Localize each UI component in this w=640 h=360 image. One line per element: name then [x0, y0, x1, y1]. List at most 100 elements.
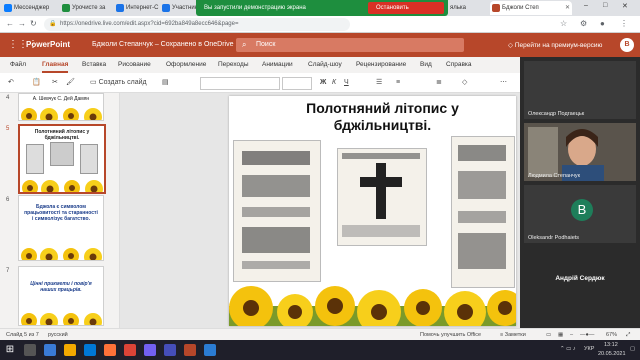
tab-favicon-icon	[162, 4, 170, 12]
diamond-icon: ◇	[508, 42, 515, 49]
active-speaker-name: Андрій Сердюк	[555, 275, 605, 282]
sunflowers-image	[21, 108, 102, 120]
address-bar: ← → ↻ 🔒 https://onedrive.live.com/edit.a…	[0, 16, 640, 33]
clock-date[interactable]: 20.05.2021	[598, 351, 626, 357]
messenger-icon	[4, 4, 12, 12]
tab-home[interactable]: Главная	[42, 57, 69, 73]
embroidery-image	[233, 140, 321, 282]
stop-sharing-button[interactable]: Остановить демонстрацию	[368, 2, 444, 23]
profile-icon[interactable]: ●	[600, 19, 605, 28]
new-slide-icon: ▭	[90, 79, 99, 86]
input-language[interactable]: УКР	[584, 346, 594, 352]
teams-icon[interactable]	[164, 344, 176, 356]
slide-thumbnail[interactable]: Цінні прикмети і повір'я наших працьрів.	[18, 266, 104, 326]
tab-slideshow[interactable]: Слайд-шоу	[308, 57, 342, 73]
reload-icon[interactable]: ↻	[30, 19, 37, 28]
taskbar: ⊞ ⌃ ▭ ♪ УКР 13:12 20.05.2021 ▢	[0, 340, 640, 360]
tray-icons[interactable]: ⌃ ▭ ♪	[560, 346, 576, 352]
tab-transitions[interactable]: Переходы	[218, 57, 249, 73]
tab-insert[interactable]: Вставка	[82, 57, 106, 73]
menu-icon[interactable]: ⋮	[620, 19, 628, 28]
font-family-dropdown[interactable]	[200, 77, 280, 90]
tab-draw[interactable]: Рисование	[118, 57, 151, 73]
embroidery-image	[26, 144, 44, 174]
font-size-dropdown[interactable]	[282, 77, 312, 90]
app-name[interactable]: PowerPoint	[26, 40, 70, 49]
underline-button[interactable]: Ч	[344, 77, 349, 89]
embroidery-image	[80, 144, 98, 174]
tab-view[interactable]: Вид	[420, 57, 432, 73]
paste-icon[interactable]: 📋	[32, 77, 41, 89]
create-slide-button[interactable]: ▭ Создать слайд	[90, 77, 147, 89]
tab-favicon-icon	[62, 4, 70, 12]
embroidery-pattern	[242, 151, 310, 269]
firefox-icon[interactable]	[104, 344, 116, 356]
bullets-icon[interactable]: ☰	[376, 77, 382, 89]
layout-icon[interactable]: ▤	[162, 77, 169, 89]
more-icon[interactable]: ⋯	[500, 77, 507, 89]
powerpoint-icon[interactable]	[184, 344, 196, 356]
participant-tile[interactable]: Олександр Подгаецьк	[524, 61, 636, 119]
search-icon: ⌕	[242, 40, 247, 49]
document-title[interactable]: Бджоли Степанчук – Сохранено в OneDrive	[92, 41, 234, 48]
slide-thumbnail-selected[interactable]: Полотняний літопис у бджільництві.	[18, 124, 106, 194]
close-tab-icon[interactable]: ✕	[565, 1, 570, 15]
clock-time[interactable]: 13:12	[604, 342, 618, 348]
sunflowers-image	[21, 248, 102, 260]
tab-file[interactable]: Файл	[10, 57, 26, 73]
browser-tab-active[interactable]: Бджоли Степ ✕	[490, 1, 572, 15]
avatar: B	[571, 199, 593, 221]
italic-button[interactable]: К	[332, 77, 336, 89]
shapes-icon[interactable]: ◇	[462, 77, 467, 89]
cut-icon[interactable]: ✂	[52, 77, 58, 89]
office-header: ⋮⋮⋮ PowerPoint Бджоли Степанчук – Сохран…	[0, 33, 640, 57]
extensions-icon[interactable]: ⚙	[580, 19, 587, 28]
chrome-icon[interactable]	[124, 344, 136, 356]
forward-icon[interactable]: →	[18, 19, 26, 28]
explorer-icon[interactable]	[44, 344, 56, 356]
word-icon[interactable]	[204, 344, 216, 356]
browser-tab[interactable]: ялька	[448, 1, 478, 15]
undo-icon[interactable]: ↶	[8, 77, 14, 89]
tab-favicon-icon	[116, 4, 124, 12]
premium-link[interactable]: ◇ Перейти на премиум-версию	[508, 41, 602, 49]
slide-thumbnails-pane: 4 А. Шевчук С. Дей Дамян 5 Полотняний лі…	[0, 93, 120, 328]
url-input[interactable]: 🔒 https://onedrive.live.com/edit.aspx?ci…	[44, 18, 350, 31]
participant-tile[interactable]: B Oleksandr Podhaiets	[524, 185, 636, 243]
search-icon[interactable]	[24, 344, 36, 356]
embroidery-pattern	[342, 153, 420, 237]
bold-button[interactable]: Ж	[320, 77, 326, 89]
tab-help[interactable]: Справка	[446, 57, 472, 73]
powerpoint-icon	[492, 4, 500, 12]
embroidery-pattern	[458, 145, 506, 269]
folder-icon[interactable]	[64, 344, 76, 356]
format-painter-icon[interactable]: 🖌	[66, 77, 75, 89]
star-icon[interactable]: ☆	[560, 19, 567, 28]
minimize-icon[interactable]: –	[584, 2, 588, 9]
tab-design[interactable]: Оформление	[166, 57, 206, 73]
slide-thumbnail[interactable]: Бджола є символом працьовитості та стара…	[18, 195, 104, 261]
edge-icon[interactable]	[84, 344, 96, 356]
viber-icon[interactable]	[144, 344, 156, 356]
numbering-icon[interactable]: ≡	[396, 77, 400, 89]
participant-video-tile[interactable]: Людмила Степанчук	[524, 123, 636, 181]
back-icon[interactable]: ←	[6, 19, 14, 28]
start-icon[interactable]: ⊞	[4, 344, 16, 356]
embroidery-image	[50, 142, 74, 166]
ribbon: ↶ 📋 ✂ 🖌 ▭ Создать слайд ▤ Ж К Ч ☰ ≡ ≣ ◇ …	[0, 73, 520, 93]
sunflowers-image	[21, 313, 102, 325]
search-input[interactable]: ⌕ Поиск	[236, 38, 464, 52]
align-icon[interactable]: ≣	[436, 77, 442, 89]
current-slide[interactable]: Полотняний літопис у бджільництві.	[229, 96, 516, 326]
tab-animations[interactable]: Анимации	[262, 57, 293, 73]
share-banner-text: Вы запустили демонстрацию экрана	[204, 5, 306, 11]
avatar[interactable]: B	[620, 38, 634, 52]
screen-share-banner: Вы запустили демонстрацию экрана Останов…	[196, 0, 448, 23]
close-window-icon[interactable]: ✕	[622, 2, 628, 10]
slide-thumbnail[interactable]: А. Шевчук С. Дей Дамян	[18, 93, 104, 121]
slide-title[interactable]: Полотняний літопис у бджільництві.	[269, 100, 496, 134]
notifications-icon[interactable]: ▢	[630, 346, 635, 352]
maximize-icon[interactable]: □	[603, 2, 607, 9]
teams-participants-panel: Олександр Подгаецьк Людмила Степанчук B …	[520, 57, 640, 328]
tab-review[interactable]: Рецензирование	[356, 57, 406, 73]
